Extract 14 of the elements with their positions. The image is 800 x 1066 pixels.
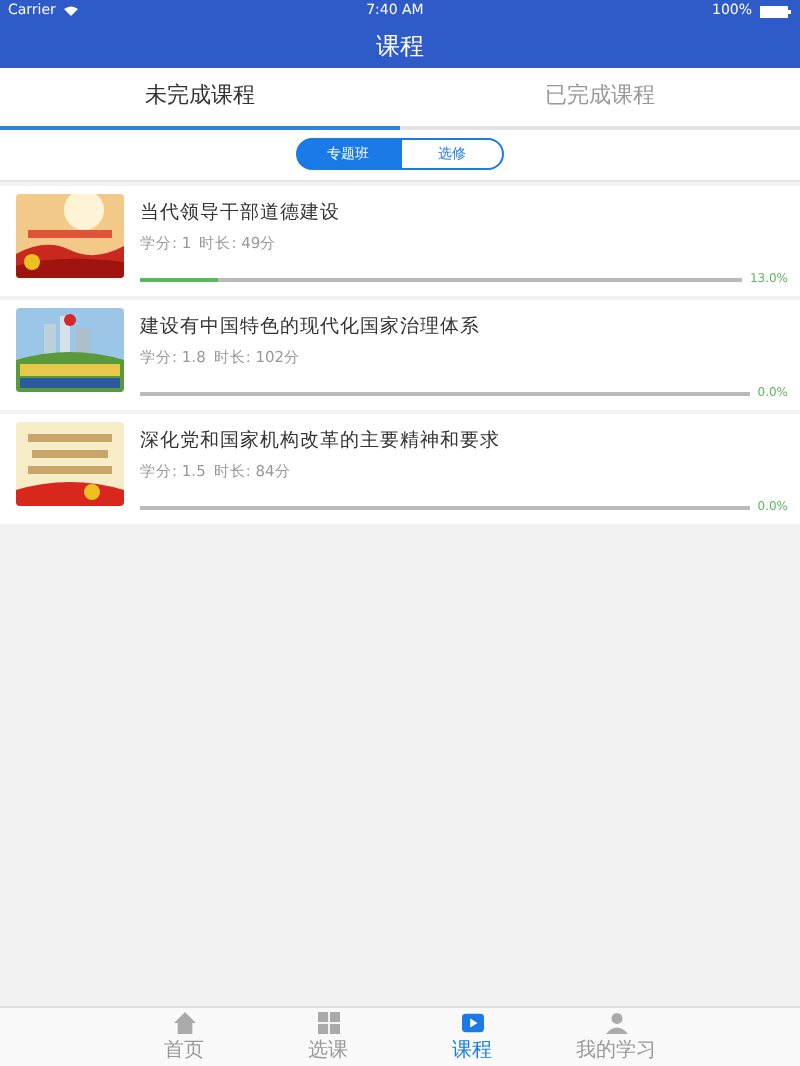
page-title: 课程 [376, 29, 424, 63]
course-title: 当代领导干部道德建设 [140, 202, 342, 225]
play-icon [461, 1012, 483, 1034]
wifi-icon [63, 6, 78, 16]
course-title: 建设有中国特色的现代化国家治理体系 [140, 316, 482, 339]
tab-bar-item[interactable]: 课程 [416, 1008, 528, 1066]
home-icon [173, 1012, 195, 1034]
tab-bar-item[interactable]: 首页 [128, 1008, 240, 1066]
course-title: 深化党和国家机构改革的主要精神和要求 [140, 430, 502, 453]
person-icon [605, 1012, 627, 1034]
grid-icon [317, 1012, 339, 1034]
tab-bar-item[interactable]: 我的学习 [560, 1008, 672, 1066]
battery-icon [760, 5, 792, 17]
tab-bar-item[interactable]: 选课 [272, 1008, 384, 1066]
